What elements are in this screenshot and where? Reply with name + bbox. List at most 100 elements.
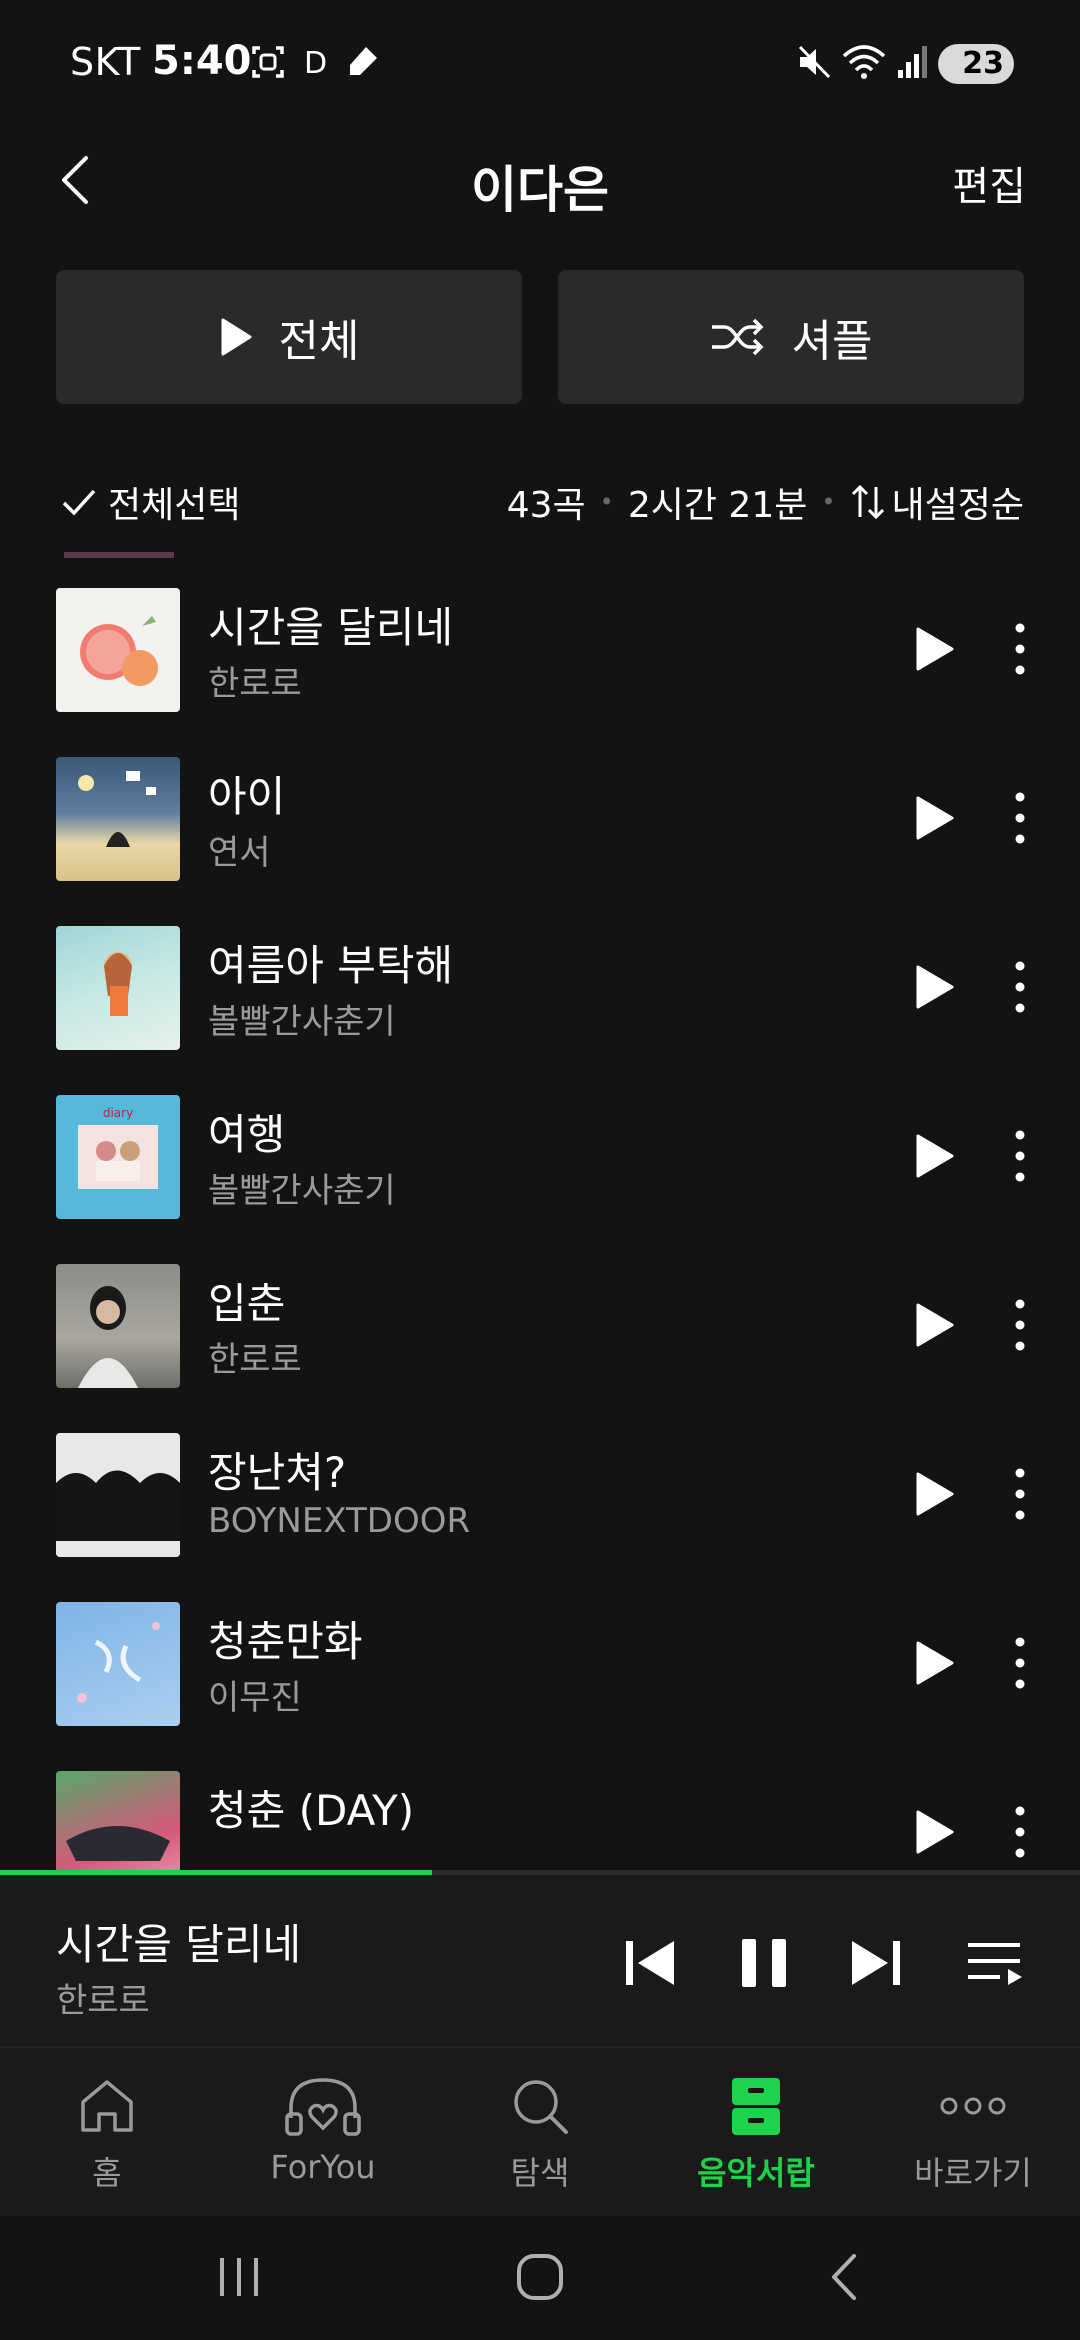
track-row[interactable]: 아이 연서 [0, 721, 1080, 890]
track-row[interactable]: 시간을 달리네 한로로 [0, 552, 1080, 721]
more-vertical-icon[interactable] [1000, 1127, 1040, 1185]
sort-button[interactable]: 내설정순 [850, 476, 1024, 528]
track-artist: 볼빨간사춘기 [208, 1171, 396, 1211]
track-title: 시간을 달리네 [208, 603, 454, 652]
track-title: 청춘만화 [208, 1617, 363, 1666]
track-artist: 한로로 [208, 1340, 302, 1380]
more-vertical-icon[interactable] [1000, 620, 1040, 678]
sort-label: 내설정순 [891, 485, 1024, 526]
nav-label: 홈 [92, 2154, 122, 2192]
track-row[interactable]: 입춘 한로로 [0, 1228, 1080, 1397]
next-track-button[interactable] [846, 1933, 906, 1993]
track-artist: 한로로 [208, 664, 302, 704]
list-meta-row: 전체선택 43곡 • 2시간 21분 • 내설정순 [0, 470, 1080, 530]
track-artist: BOYNEXTDOOR [208, 1501, 471, 1541]
track-title: 아이 [208, 772, 286, 821]
album-art: diary [56, 1095, 180, 1219]
play-icon[interactable] [908, 1638, 958, 1688]
separator-dot: • [599, 488, 614, 516]
nav-item-search[interactable]: 탐색 [440, 2074, 640, 2194]
more-vertical-icon[interactable] [1000, 789, 1040, 847]
nav-label: 바로가기 [914, 2154, 1032, 2192]
album-art [56, 1602, 180, 1726]
track-title: 여름아 부탁해 [208, 941, 454, 990]
play-icon[interactable] [908, 1300, 958, 1350]
pause-button[interactable] [734, 1933, 794, 1993]
track-row[interactable]: 청춘만화 이무진 [0, 1566, 1080, 1735]
select-all-label: 전체선택 [108, 485, 241, 526]
play-icon[interactable] [908, 1807, 958, 1857]
now-playing-artist: 한로로 [56, 1981, 150, 2021]
shuffle-label: 셔플 [791, 316, 873, 367]
headphones-heart-icon [285, 2078, 361, 2136]
track-artist: 이무진 [208, 1678, 302, 1718]
nav-label: 음악서랍 [697, 2154, 815, 2192]
status-bar: SKT 5:40 D 23 [0, 0, 1080, 120]
drawer-icon [732, 2078, 780, 2135]
play-all-label: 전체 [278, 316, 360, 367]
system-navigation-bar [0, 2216, 1080, 2340]
separator-dot: • [821, 488, 836, 516]
nav-item-foryou[interactable]: ForYou [223, 2074, 423, 2186]
track-row[interactable]: 청춘 (DAY) [0, 1735, 1080, 1870]
track-list[interactable]: 시간을 달리네 한로로 아이 연서 여름아 부탁해 볼빨간사춘기 diary 여… [0, 552, 1080, 1870]
track-artist: 연서 [208, 833, 271, 873]
mini-player[interactable]: 시간을 달리네 한로로 [0, 1875, 1080, 2045]
screenshot-icon [252, 46, 284, 78]
page-title: 이다은 [471, 161, 609, 219]
edit-button[interactable]: 편집 [952, 154, 1026, 212]
bottom-navigation: 홈 ForYou 탐색 음악서랍 바로가기 [0, 2046, 1080, 2216]
more-vertical-icon[interactable] [1000, 1296, 1040, 1354]
sort-icon [851, 484, 884, 520]
album-art [56, 1771, 180, 1870]
wifi-icon [842, 45, 886, 79]
nav-label: 탐색 [510, 2154, 570, 2192]
nav-item-home[interactable]: 홈 [7, 2074, 207, 2194]
home-nav-icon[interactable] [515, 2252, 565, 2302]
mute-icon [798, 45, 831, 79]
play-icon[interactable] [908, 1469, 958, 1519]
track-title: 여행 [208, 1110, 286, 1159]
select-all-button[interactable]: 전체선택 [60, 476, 240, 528]
header: 이다은 편집 [0, 130, 1080, 230]
battery-indicator: 23 [938, 44, 1014, 84]
album-art [56, 926, 180, 1050]
play-icon[interactable] [908, 793, 958, 843]
nav-item-shortcuts[interactable]: 바로가기 [873, 2074, 1073, 2194]
track-row[interactable]: diary 여행 볼빨간사춘기 [0, 1059, 1080, 1228]
track-artist: 볼빨간사춘기 [208, 1002, 396, 1042]
play-all-button[interactable]: 전체 [56, 270, 522, 404]
play-icon[interactable] [908, 1131, 958, 1181]
back-nav-icon[interactable] [820, 2252, 870, 2302]
album-art [56, 588, 180, 712]
more-vertical-icon[interactable] [1000, 1634, 1040, 1692]
track-title: 청춘 (DAY) [208, 1786, 415, 1835]
playlist-queue-button[interactable] [964, 1933, 1024, 1993]
play-icon[interactable] [908, 962, 958, 1012]
more-vertical-icon[interactable] [1000, 1465, 1040, 1523]
more-icon [940, 2097, 1006, 2115]
previous-track-button[interactable] [620, 1933, 680, 1993]
album-art [56, 1264, 180, 1388]
play-icon[interactable] [908, 624, 958, 674]
svg-text:diary: diary [103, 1106, 133, 1120]
recent-apps-icon[interactable] [214, 2252, 264, 2302]
nav-item-library[interactable]: 음악서랍 [656, 2074, 856, 2194]
shuffle-icon [711, 318, 763, 356]
shuffle-button[interactable]: 셔플 [558, 270, 1024, 404]
d-indicator: D [304, 46, 328, 81]
album-art [56, 757, 180, 881]
search-icon [514, 2080, 568, 2134]
track-row[interactable]: 여름아 부탁해 볼빨간사춘기 [0, 890, 1080, 1059]
album-art [56, 1433, 180, 1557]
more-vertical-icon[interactable] [1000, 1803, 1040, 1861]
clock: 5:40 [152, 38, 252, 84]
track-title: 입춘 [208, 1279, 286, 1328]
track-row[interactable]: 장난쳐? BOYNEXTDOOR [0, 1397, 1080, 1566]
signal-icon [898, 46, 927, 78]
pen-icon [350, 47, 377, 75]
now-playing-title: 시간을 달리네 [56, 1920, 302, 1969]
carrier-label: SKT [70, 40, 141, 84]
more-vertical-icon[interactable] [1000, 958, 1040, 1016]
check-icon [62, 489, 96, 516]
